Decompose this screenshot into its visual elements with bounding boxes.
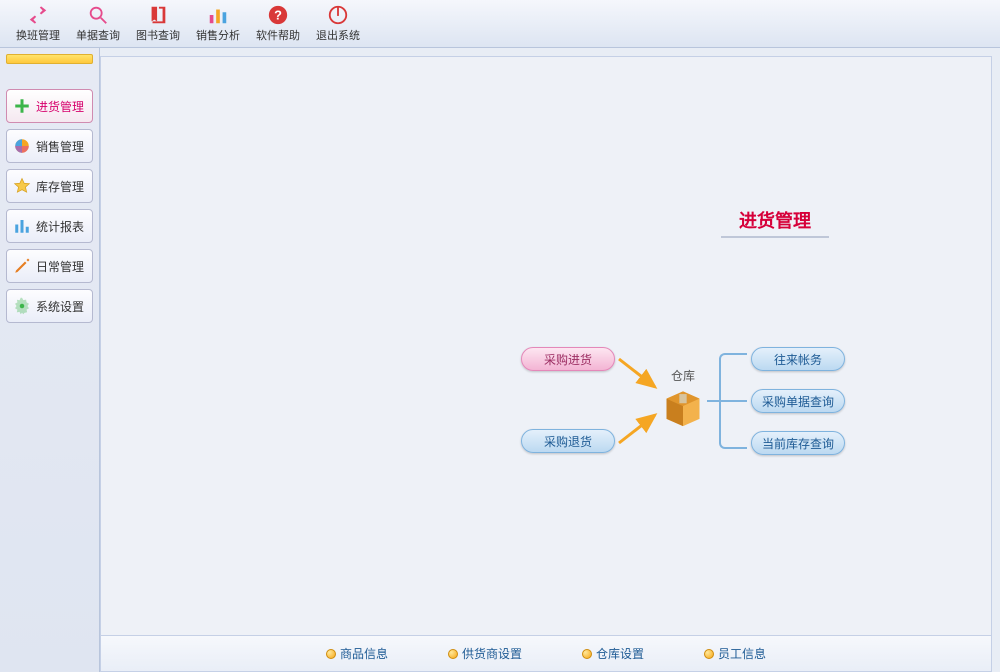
arrow-icon xyxy=(617,407,661,447)
chart-icon xyxy=(207,4,229,26)
bubble-stock-query[interactable]: 当前库存查询 xyxy=(751,431,845,455)
book-icon xyxy=(147,4,169,26)
toolbar-label: 换班管理 xyxy=(16,27,60,43)
dot-icon xyxy=(326,649,336,659)
toolbar-label: 单据查询 xyxy=(76,27,120,43)
bubble-accounts[interactable]: 往来帐务 xyxy=(751,347,845,371)
bottom-link-warehouse[interactable]: 仓库设置 xyxy=(582,645,644,662)
help-icon: ? xyxy=(267,4,289,26)
toolbar-label: 销售分析 xyxy=(196,27,240,43)
search-icon xyxy=(87,4,109,26)
toolbar-label: 软件帮助 xyxy=(256,27,300,43)
page-title: 进货管理 xyxy=(721,207,829,238)
gear-icon xyxy=(13,297,31,315)
sidebar-item-label: 库存管理 xyxy=(36,178,84,195)
box-icon xyxy=(661,384,705,428)
ball-icon xyxy=(13,137,31,155)
sidebar-item-label: 统计报表 xyxy=(36,218,84,235)
sidebar-item-stock[interactable]: 库存管理 xyxy=(6,169,93,203)
sidebar-item-label: 进货管理 xyxy=(36,98,84,115)
toolbar-label: 图书查询 xyxy=(136,27,180,43)
bubble-purchase-query[interactable]: 采购单据查询 xyxy=(751,389,845,413)
sidebar-item-label: 日常管理 xyxy=(36,258,84,275)
toolbar-exit[interactable]: 退出系统 xyxy=(312,3,364,45)
bubble-purchase-return[interactable]: 采购退货 xyxy=(521,429,615,453)
top-toolbar: 换班管理 单据查询 图书查询 销售分析 ? 软件帮助 退出系统 xyxy=(0,0,1000,48)
toolbar-book-query[interactable]: 图书查询 xyxy=(132,3,184,45)
sidebar-item-label: 销售管理 xyxy=(36,138,84,155)
dot-icon xyxy=(704,649,714,659)
bracket-mid xyxy=(719,400,747,402)
arrow-icon xyxy=(617,355,661,395)
sidebar: 进货管理 销售管理 库存管理 统计报表 日常管理 系统设置 xyxy=(0,48,100,672)
sidebar-handle xyxy=(6,54,93,64)
exit-icon xyxy=(327,4,349,26)
toolbar-doc-query[interactable]: 单据查询 xyxy=(72,3,124,45)
toolbar-shift-mgmt[interactable]: 换班管理 xyxy=(12,3,64,45)
warehouse-label: 仓库 xyxy=(661,367,705,384)
svg-text:?: ? xyxy=(274,8,282,23)
toolbar-label: 退出系统 xyxy=(316,27,360,43)
bottom-bar: 商品信息 供货商设置 仓库设置 员工信息 xyxy=(101,635,991,671)
plus-icon xyxy=(13,97,31,115)
star-icon xyxy=(13,177,31,195)
sidebar-item-daily[interactable]: 日常管理 xyxy=(6,249,93,283)
bottom-link-product[interactable]: 商品信息 xyxy=(326,645,388,662)
sidebar-item-settings[interactable]: 系统设置 xyxy=(6,289,93,323)
toolbar-help[interactable]: ? 软件帮助 xyxy=(252,3,304,45)
warehouse-node: 仓库 xyxy=(661,367,705,431)
sidebar-item-sales[interactable]: 销售管理 xyxy=(6,129,93,163)
bars-icon xyxy=(13,217,31,235)
sidebar-item-reports[interactable]: 统计报表 xyxy=(6,209,93,243)
pencil-icon xyxy=(13,257,31,275)
bubble-purchase-in[interactable]: 采购进货 xyxy=(521,347,615,371)
swap-icon xyxy=(27,4,49,26)
sidebar-item-purchase[interactable]: 进货管理 xyxy=(6,89,93,123)
toolbar-sales-analysis[interactable]: 销售分析 xyxy=(192,3,244,45)
bottom-link-supplier[interactable]: 供货商设置 xyxy=(448,645,522,662)
dot-icon xyxy=(582,649,592,659)
dot-icon xyxy=(448,649,458,659)
sidebar-item-label: 系统设置 xyxy=(36,298,84,315)
content-area: 进货管理 采购进货 采购退货 往来帐务 采购单据查询 当前库存查询 仓库 商品信… xyxy=(100,56,992,672)
bottom-link-staff[interactable]: 员工信息 xyxy=(704,645,766,662)
